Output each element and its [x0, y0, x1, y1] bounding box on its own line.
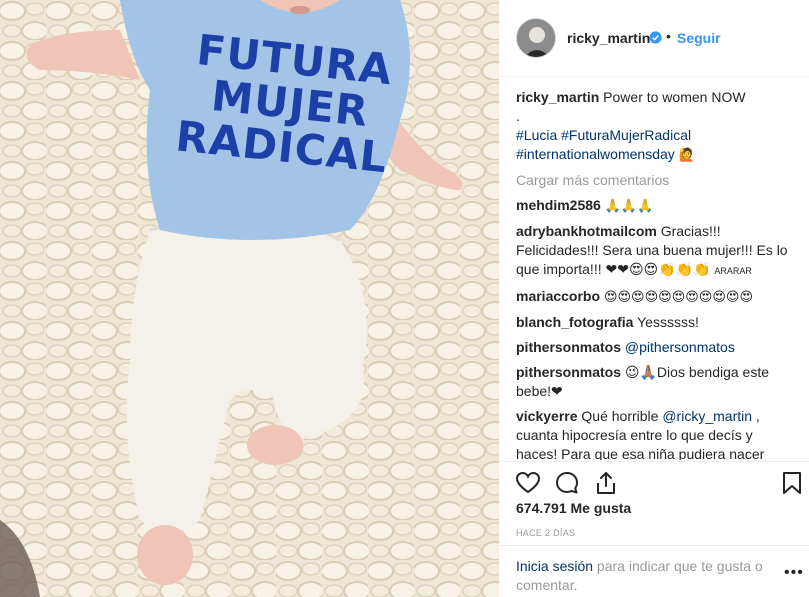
login-prompt: Inicia sesión para indicar que te gusta … [499, 545, 809, 597]
comment-username[interactable]: vickyerre [516, 408, 578, 424]
caption-emoji: 🙋 [678, 148, 695, 163]
heart-icon[interactable] [515, 470, 541, 496]
comment-suffix: ARARAR [714, 266, 752, 276]
post-timestamp[interactable]: HACE 2 DÍAS [516, 528, 575, 538]
caption: ricky_martin Power to women NOW [516, 88, 796, 107]
comment-text: 🙏🙏🙏 [604, 199, 654, 214]
follow-button[interactable]: Seguir [677, 30, 721, 46]
share-icon[interactable] [593, 470, 619, 496]
caption-hashtags-line-1: #Lucia #FuturaMujerRadical [516, 126, 796, 145]
more-options-button[interactable]: ••• [784, 564, 804, 582]
comment-text: Qué horrible [581, 408, 663, 424]
comment-username[interactable]: mariaccorbo [516, 288, 600, 304]
comment-text: Yessssss! [637, 314, 699, 330]
post-header: ricky_martin • Seguir [499, 0, 809, 77]
comment-item: mehdim2586 🙏🙏🙏 [516, 196, 796, 216]
header-username[interactable]: ricky_martin [567, 30, 650, 46]
post-photo[interactable]: FUTURA MUJER RADICAL [0, 0, 499, 597]
caption-username[interactable]: ricky_martin [516, 89, 599, 105]
caption-hashtags-line-2: #internationalwomensday 🙋 [516, 145, 796, 165]
action-bar [499, 461, 809, 501]
comment-icon[interactable] [554, 470, 580, 496]
likes-count[interactable]: 674.791 Me gusta [516, 500, 631, 516]
load-more-comments-button[interactable]: Cargar más comentarios [516, 171, 796, 190]
caption-hashtags-1[interactable]: #Lucia #FuturaMujerRadical [516, 127, 691, 143]
comment-username[interactable]: adrybankhotmailcom [516, 223, 657, 239]
comment-mention[interactable]: @ricky_martin [662, 408, 752, 424]
post-side-panel: ricky_martin • Seguir ricky_martin Power… [499, 0, 809, 597]
caption-hashtags-2[interactable]: #internationalwomensday [516, 146, 675, 162]
comment-username[interactable]: mehdim2586 [516, 197, 601, 213]
login-link[interactable]: Inicia sesión [516, 558, 593, 574]
comment-username[interactable]: pithersonmatos [516, 339, 621, 355]
bookmark-icon[interactable] [779, 470, 805, 496]
comment-username[interactable]: blanch_fotografia [516, 314, 633, 330]
avatar[interactable] [516, 18, 556, 58]
comment-item: mariaccorbo 😍😍😍😍😍😍😍😍😍😍😍 [516, 287, 796, 307]
avatar-image [517, 19, 555, 57]
caption-text: Power to women NOW [603, 89, 746, 105]
comment-text: 😍😍😍😍😍😍😍😍😍😍😍 [603, 290, 754, 305]
comment-item: pithersonmatos @pithersonmatos [516, 338, 796, 357]
comment-item: pithersonmatos 😉🙏🏽Dios bendiga este bebe… [516, 363, 796, 401]
login-prompt-text: Inicia sesión para indicar que te gusta … [516, 557, 776, 595]
instagram-post: FUTURA MUJER RADICAL ricky_martin • Segu… [0, 0, 809, 597]
shirt-text: FUTURA MUJER RADICAL [173, 25, 397, 182]
verified-badge-icon [649, 31, 662, 44]
header-separator: • [666, 28, 671, 44]
comments-list[interactable]: ricky_martin Power to women NOW . #Lucia… [516, 88, 796, 460]
comment-item: vickyerre Qué horrible @ricky_martin , c… [516, 407, 796, 460]
comment-item: adrybankhotmailcom Gracias!!! Felicidade… [516, 222, 796, 281]
comment-username[interactable]: pithersonmatos [516, 364, 621, 380]
comment-mention[interactable]: @pithersonmatos [625, 339, 735, 355]
comment-item: blanch_fotografia Yessssss! [516, 313, 796, 332]
caption-dot: . [516, 108, 520, 124]
